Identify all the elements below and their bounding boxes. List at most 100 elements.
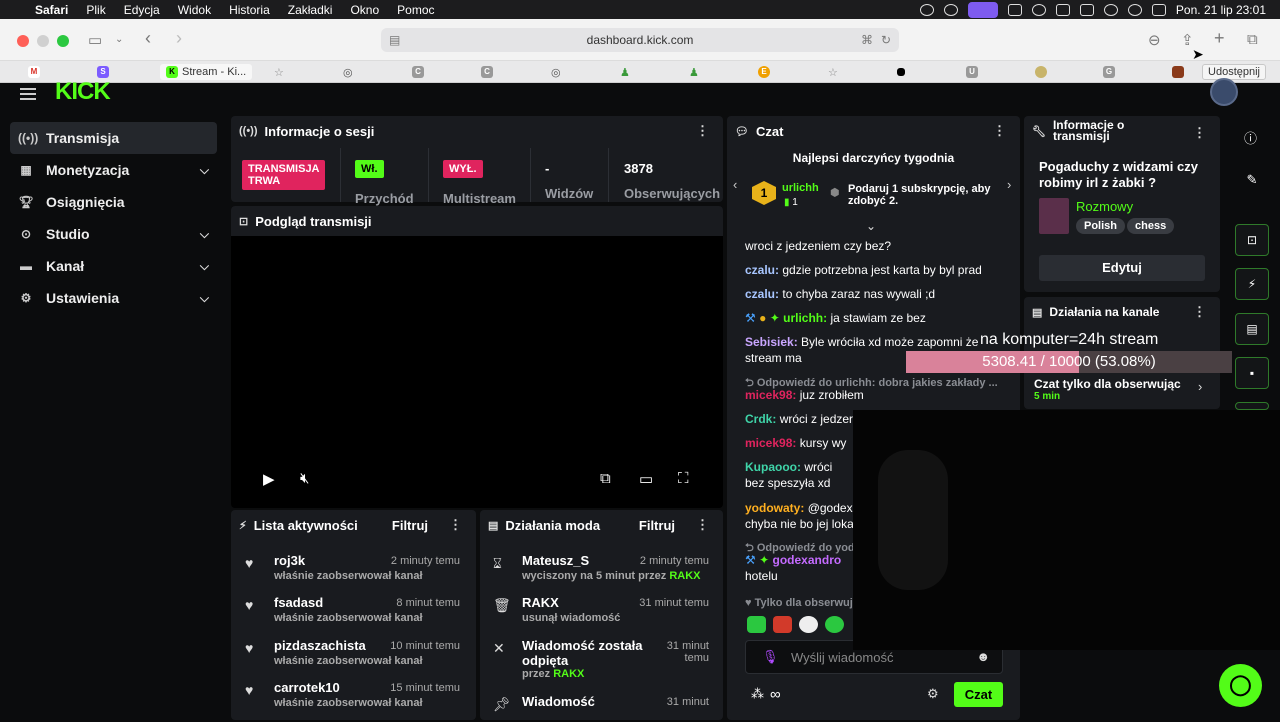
sidebar-item-studio[interactable]: ⊙ Studio ⌵ [10,218,217,250]
sidebar-item-monetyzacja[interactable]: ▦ Monetyzacja ⌵ [10,154,217,186]
tag-polish[interactable]: Polish [1076,218,1126,234]
reload-icon[interactable]: ↻ [881,28,891,52]
tab-figure-1[interactable]: ♟ [620,64,630,80]
chat-username[interactable]: Sebisiek: [745,335,798,349]
clock[interactable]: Pon. 21 lip 23:01 [1176,3,1266,17]
tab-avatar[interactable] [1035,64,1047,80]
chat-username[interactable]: urlichh: [783,311,827,325]
chat-username[interactable]: godexandro [773,553,842,567]
sidebar-item-kanal[interactable]: ▬ Kanał ⌵ [10,250,217,282]
mod-action-target[interactable]: Mateusz_S [522,553,589,568]
mute-icon[interactable]: 🔇︎ [300,470,309,487]
chevron-right-icon[interactable]: › [1198,379,1202,394]
menu-widok[interactable]: Widok [178,3,211,17]
fullscreen-icon[interactable]: ⛶ [678,470,689,487]
more-options-icon[interactable]: ⋮ [449,517,462,533]
infinity-icon[interactable]: ∞ [770,686,781,703]
sidebar-item-ustawienia[interactable]: ⚙ Ustawienia ⌵ [10,282,217,314]
forward-icon[interactable]: › [176,28,182,49]
activity-user[interactable]: pizdaszachista [274,638,366,653]
tab-overview-icon[interactable]: ⧉ [1247,31,1258,48]
tab-bookmark-star[interactable]: ☆ [274,64,284,80]
more-options-icon[interactable]: ⋮ [1193,125,1206,141]
theater-mode-icon[interactable]: ▭ [639,470,653,488]
downloads-icon[interactable]: ⊖ [1148,31,1161,49]
address-bar[interactable]: ▤ dashboard.kick.com ⌘ ↻ [381,28,899,52]
chat-username[interactable]: Kupaooo: [745,460,801,474]
chat-username[interactable]: czalu: [745,263,779,277]
activity-user[interactable]: carrotek10 [274,680,340,695]
lightning-icon[interactable]: ⚡︎ [1235,268,1269,300]
followers-only-mode[interactable]: Czat tylko dla obserwując [1034,377,1181,391]
tab-g[interactable]: G [1103,64,1115,80]
mod-action-target[interactable]: RAKX [522,595,559,610]
sidebar-item-osiagniecia[interactable]: 🏆︎ Osiągnięcia [10,186,217,218]
kick-logo[interactable]: KICK [55,78,111,106]
close-window-button[interactable] [17,35,29,47]
tab-u[interactable]: U [966,64,978,80]
category-link[interactable]: Rozmowy [1076,199,1133,214]
sidebar-toggle-icon[interactable]: ▭ [88,31,102,49]
activity-user[interactable]: fsadasd [274,595,323,610]
spotlight-search-icon[interactable] [1127,4,1142,16]
creative-cloud-icon[interactable] [943,4,958,16]
edit-pencil-icon[interactable]: ✎ [1235,164,1269,196]
filter-button[interactable]: Filtruj [639,518,675,533]
tab-gmail[interactable]: M [28,64,40,80]
microphone-icon[interactable]: 🎙︎ [762,649,779,665]
points-icon[interactable]: ⁂ [751,686,764,702]
more-options-icon[interactable]: ⋮ [1193,304,1206,320]
menu-historia[interactable]: Historia [229,3,270,17]
menu-okno[interactable]: Okno [350,3,379,17]
back-icon[interactable]: ‹ [145,28,151,49]
emote-icon[interactable] [799,616,818,633]
battery-icon[interactable] [1055,4,1070,16]
tab-bookmark-star-2[interactable]: ☆ [828,64,838,80]
activity-user[interactable]: roj3k [274,553,305,568]
record-status-icon[interactable] [919,4,934,16]
more-actions-icon[interactable] [1235,402,1269,410]
tab-e[interactable]: E [758,64,770,80]
emote-icon[interactable] [747,616,766,633]
support-chat-button[interactable]: ◯ [1219,664,1262,707]
page-menu-icon[interactable]: ▤ [389,28,400,52]
chevron-left-icon[interactable]: ‹ [733,177,737,192]
tag-chess[interactable]: chess [1127,218,1175,234]
tab-chatgpt-2[interactable]: ◎ [551,64,561,80]
zoom-window-button[interactable] [57,35,69,47]
more-options-icon[interactable]: ⋮ [696,123,709,139]
new-tab-icon[interactable]: + [1214,28,1225,49]
category-thumbnail[interactable] [1039,198,1069,234]
more-options-icon[interactable]: ⋮ [696,517,709,533]
tab-figure-2[interactable]: ♟ [689,64,699,80]
chat-username[interactable]: Crdk: [745,412,776,426]
play-icon[interactable]: ▶ [263,470,275,488]
hamburger-menu-icon[interactable] [20,88,36,100]
minimize-window-button[interactable] [37,35,49,47]
send-chat-button[interactable]: Czat [954,682,1003,707]
control-center-icon[interactable] [1151,4,1166,16]
tab-chatgpt[interactable]: ◎ [343,64,353,80]
emote-icon[interactable] [825,616,844,633]
screen-share-icon[interactable] [967,2,998,18]
sidebar-item-transmisja[interactable]: ((•)) Transmisja [10,122,217,154]
mod-action-moderator[interactable]: RAKX [553,668,584,680]
info-icon[interactable]: ⓘ [1244,128,1257,147]
tab-kick-stream[interactable]: K Stream - Ki... [160,64,253,80]
menu-pomoc[interactable]: Pomoc [397,3,434,17]
collapse-icon[interactable]: ⌄ [866,219,876,233]
menu-edycja[interactable]: Edycja [124,3,160,17]
chat-settings-icon[interactable]: ⚙ [927,686,939,702]
notes-icon[interactable]: ▤ [1235,313,1269,345]
filter-button[interactable]: Filtruj [392,518,428,533]
chevron-right-icon[interactable]: › [1007,177,1011,192]
user-avatar[interactable] [1210,78,1238,106]
chat-username[interactable]: micek98: [745,388,796,402]
chat-username[interactable]: yodowaty: [745,501,804,515]
link-icon[interactable] [1103,4,1118,16]
keyboard-icon[interactable] [1079,4,1094,16]
menu-zakladki[interactable]: Zakładki [288,3,333,17]
translate-icon[interactable]: ⌘ [861,28,873,52]
mod-action-moderator[interactable]: RAKX [669,570,700,582]
tab-c2[interactable]: C [481,64,493,80]
